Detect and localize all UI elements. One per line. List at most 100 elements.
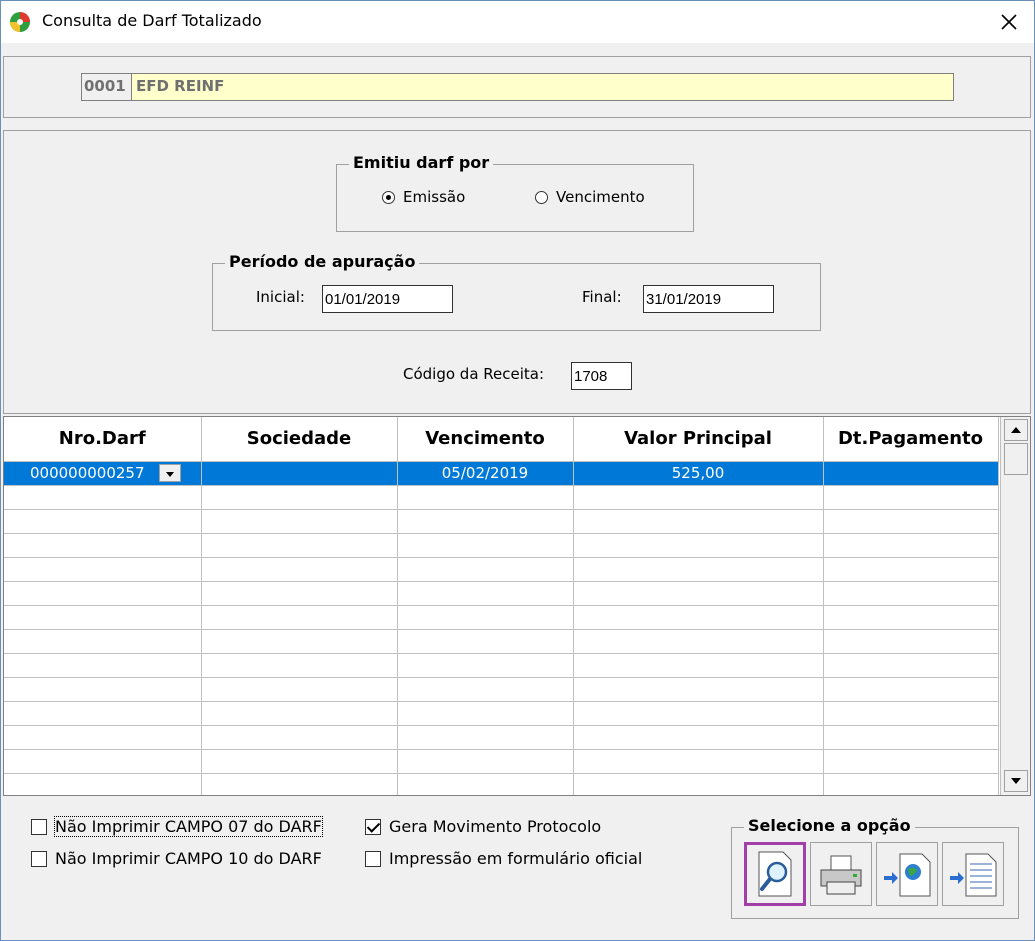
start-date-input[interactable] [322, 285, 453, 313]
preview-button[interactable] [744, 842, 806, 906]
table-cell[interactable] [397, 725, 574, 750]
no-print-field-10-box[interactable] [31, 850, 47, 867]
no-print-field-07-box[interactable] [31, 818, 47, 835]
darf-grid[interactable]: Nro.Darf Sociedade Vencimento Valor Prin… [3, 416, 1031, 796]
table-row[interactable] [4, 629, 999, 654]
table-cell[interactable] [823, 557, 999, 582]
export-document-button[interactable] [942, 842, 1004, 906]
table-cell[interactable] [823, 629, 999, 654]
table-cell[interactable] [573, 485, 824, 510]
table-row[interactable] [4, 725, 999, 750]
table-cell[interactable] [823, 533, 999, 558]
table-cell[interactable] [201, 485, 398, 510]
no-print-field-07-checkbox[interactable]: Não Imprimir CAMPO 07 do DARF [31, 816, 323, 837]
table-cell[interactable] [4, 629, 202, 654]
scroll-up-button[interactable] [1004, 419, 1028, 441]
table-cell[interactable] [201, 557, 398, 582]
table-cell[interactable] [397, 629, 574, 654]
table-cell[interactable] [201, 509, 398, 534]
table-cell[interactable] [201, 773, 398, 795]
table-cell[interactable] [4, 533, 202, 558]
table-cell[interactable] [4, 509, 202, 534]
scroll-down-button[interactable] [1004, 770, 1028, 792]
table-row[interactable] [4, 773, 999, 795]
radio-emissao[interactable]: Emissão [382, 188, 465, 206]
table-cell[interactable] [573, 725, 824, 750]
column-header-vencimento[interactable]: Vencimento [397, 417, 574, 462]
table-row[interactable] [4, 653, 999, 678]
end-date-input[interactable] [643, 285, 774, 313]
table-row[interactable] [4, 485, 999, 510]
table-cell[interactable] [201, 677, 398, 702]
table-cell[interactable] [4, 725, 202, 750]
table-cell[interactable] [201, 653, 398, 678]
table-cell[interactable] [823, 773, 999, 795]
table-row[interactable] [4, 605, 999, 630]
table-cell[interactable] [573, 677, 824, 702]
table-cell[interactable] [823, 605, 999, 630]
radio-vencimento-indicator[interactable] [535, 190, 548, 204]
column-header-dt-pagamento[interactable]: Dt.Pagamento [823, 417, 999, 462]
table-row[interactable] [4, 557, 999, 582]
table-cell[interactable] [823, 485, 999, 510]
table-cell[interactable] [573, 653, 824, 678]
table-cell[interactable] [573, 533, 824, 558]
close-button[interactable] [991, 5, 1027, 39]
table-cell[interactable] [201, 629, 398, 654]
table-cell[interactable] [823, 749, 999, 774]
column-header-nro-darf[interactable]: Nro.Darf [4, 417, 202, 462]
table-cell[interactable] [4, 605, 202, 630]
table-cell[interactable] [823, 725, 999, 750]
no-print-field-10-checkbox[interactable]: Não Imprimir CAMPO 10 do DARF [31, 849, 322, 868]
table-cell[interactable] [397, 677, 574, 702]
cell-sociedade[interactable] [201, 461, 398, 486]
export-web-button[interactable] [876, 842, 938, 906]
table-cell[interactable] [201, 581, 398, 606]
table-cell[interactable] [201, 533, 398, 558]
revenue-code-input[interactable] [571, 362, 632, 390]
table-cell[interactable] [397, 605, 574, 630]
table-cell[interactable] [4, 485, 202, 510]
table-row[interactable] [4, 581, 999, 606]
table-row[interactable] [4, 533, 999, 558]
gera-movimento-box[interactable] [365, 818, 381, 835]
column-header-sociedade[interactable]: Sociedade [201, 417, 398, 462]
table-row[interactable] [4, 701, 999, 726]
table-cell[interactable] [397, 533, 574, 558]
table-cell[interactable] [397, 701, 574, 726]
column-header-valor-principal[interactable]: Valor Principal [573, 417, 824, 462]
table-row[interactable] [4, 509, 999, 534]
table-cell[interactable] [397, 773, 574, 795]
table-cell[interactable] [573, 581, 824, 606]
table-cell[interactable] [823, 701, 999, 726]
table-cell[interactable] [573, 605, 824, 630]
table-cell[interactable] [4, 701, 202, 726]
table-cell[interactable] [4, 653, 202, 678]
table-cell[interactable] [201, 749, 398, 774]
company-field[interactable]: 0001 EFD REINF [81, 73, 954, 101]
table-cell[interactable] [573, 773, 824, 795]
table-cell[interactable] [201, 701, 398, 726]
table-cell[interactable] [573, 701, 824, 726]
grid-scrollbar[interactable] [1000, 417, 1030, 795]
table-cell[interactable] [397, 581, 574, 606]
table-cell[interactable] [201, 605, 398, 630]
table-cell[interactable] [397, 653, 574, 678]
table-cell[interactable] [4, 581, 202, 606]
table-row[interactable] [4, 677, 999, 702]
table-cell[interactable] [823, 509, 999, 534]
scroll-thumb[interactable] [1004, 443, 1028, 475]
table-cell[interactable] [573, 557, 824, 582]
table-cell[interactable] [397, 749, 574, 774]
table-cell[interactable] [397, 485, 574, 510]
cell-dt-pagamento[interactable] [823, 461, 999, 486]
print-button[interactable] [810, 842, 872, 906]
table-cell[interactable] [4, 677, 202, 702]
radio-vencimento[interactable]: Vencimento [535, 188, 645, 206]
impressao-oficial-checkbox[interactable]: Impressão em formulário oficial [365, 849, 642, 868]
table-cell[interactable] [823, 653, 999, 678]
table-cell[interactable] [4, 749, 202, 774]
gera-movimento-checkbox[interactable]: Gera Movimento Protocolo [365, 817, 601, 836]
table-row[interactable] [4, 749, 999, 774]
radio-emissao-indicator[interactable] [382, 190, 395, 204]
